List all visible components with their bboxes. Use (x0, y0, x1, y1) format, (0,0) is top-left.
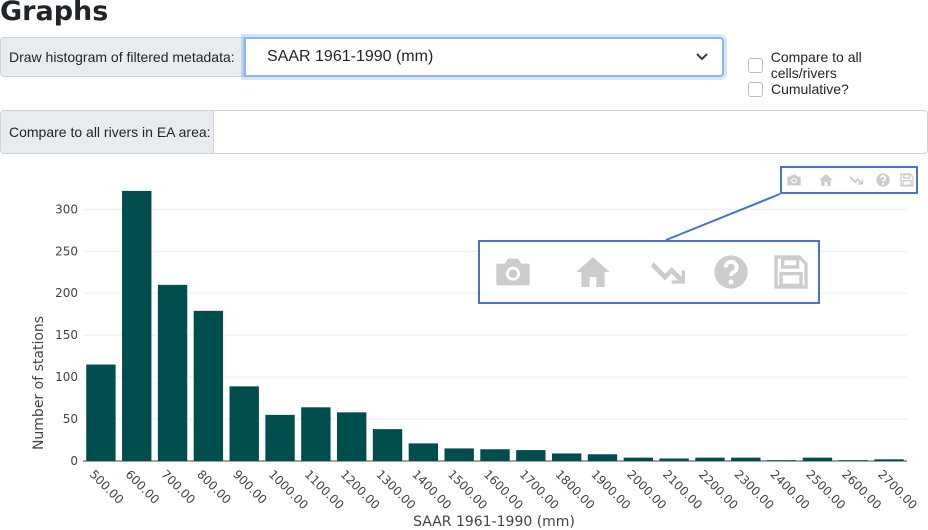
modebar-zoomed (478, 240, 820, 304)
home-icon[interactable] (573, 252, 613, 292)
camera-icon[interactable] (493, 252, 533, 292)
autoscale-icon[interactable] (650, 252, 690, 292)
help-icon[interactable] (711, 252, 751, 292)
save-icon[interactable] (771, 252, 811, 292)
